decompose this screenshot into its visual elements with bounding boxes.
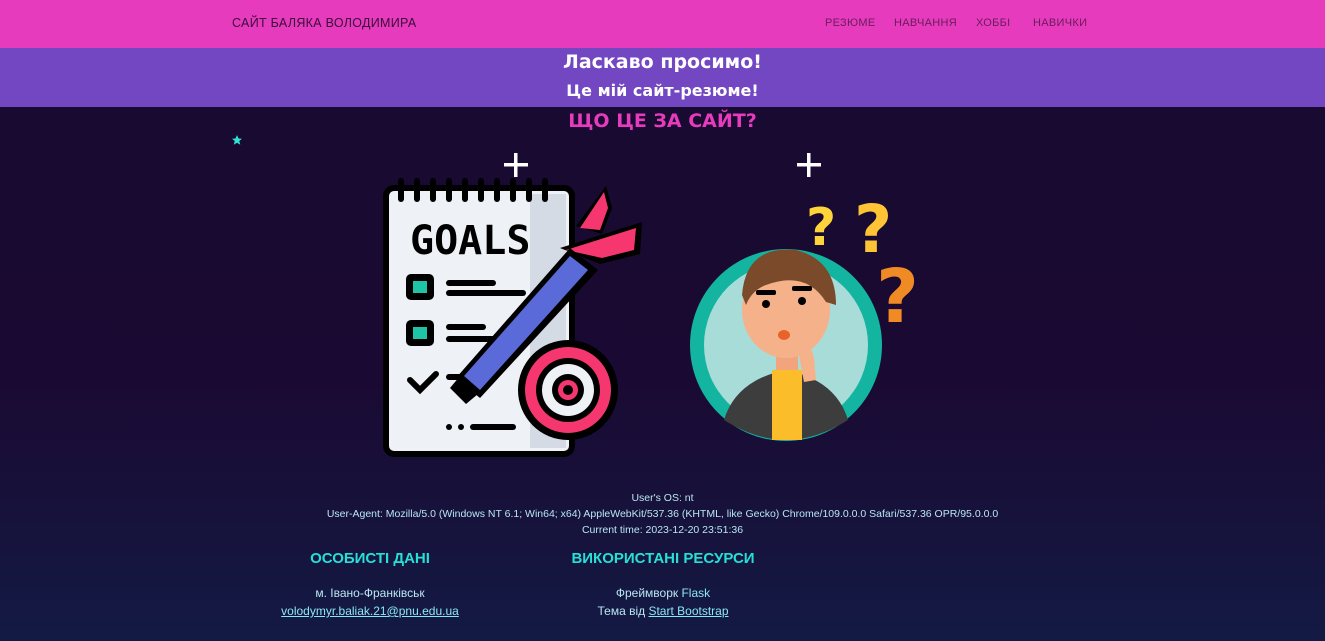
thinking-person-illustration: ? ? ? xyxy=(690,191,919,441)
email-link[interactable]: volodymyr.baliak.21@pnu.edu.ua xyxy=(281,604,459,618)
nav-link-resume[interactable]: РЕЗЮМЕ xyxy=(825,17,876,29)
section-heading: ЩО ЦЕ ЗА САЙТ? xyxy=(568,110,757,132)
framework-prefix: Фреймворк xyxy=(615,586,679,600)
city-text: м. Івано-Франківськ xyxy=(315,586,425,600)
email-row: volodymyr.baliak.21@pnu.edu.ua xyxy=(250,604,490,618)
brand-link[interactable]: САЙТ БАЛЯКА ВОЛОДИМИРА xyxy=(232,16,417,30)
svg-text:?: ? xyxy=(876,254,919,340)
nav-link-education[interactable]: НАВЧАННЯ xyxy=(894,17,957,29)
nav-link-skills[interactable]: НАВИЧКИ xyxy=(1033,17,1087,29)
nav-link-hobby[interactable]: ХОББІ xyxy=(976,17,1011,29)
banner-title: Ласкаво просимо! xyxy=(563,51,762,73)
plus-icon xyxy=(797,153,821,177)
start-bootstrap-link[interactable]: Start Bootstrap xyxy=(648,604,728,618)
user-os-text: User's OS: nt xyxy=(631,492,694,504)
theme-row: Тема від Start Bootstrap xyxy=(548,604,778,618)
welcome-banner: Ласкаво просимо! Це мій сайт-резюме! xyxy=(0,48,1325,107)
star-icon xyxy=(232,135,242,145)
goals-text: GOALS xyxy=(410,218,530,264)
navbar: САЙТ БАЛЯКА ВОЛОДИМИРА РЕЗЮМЕ НАВЧАННЯ Х… xyxy=(0,0,1325,48)
banner-subtitle: Це мій сайт-резюме! xyxy=(566,81,759,100)
user-agent-text: User-Agent: Mozilla/5.0 (Windows NT 6.1;… xyxy=(326,508,999,520)
current-time-text: Current time: 2023-12-20 23:51:36 xyxy=(581,524,744,536)
goals-illustration: GOALS xyxy=(383,178,642,457)
personal-data-title: ОСОБИСТІ ДАНІ xyxy=(310,550,430,567)
svg-text:?: ? xyxy=(806,198,836,258)
framework-row: Фреймворк Flask xyxy=(548,586,778,600)
plus-icon xyxy=(504,153,528,177)
theme-prefix: Тема від xyxy=(597,604,646,618)
resources-title: ВИКОРИСТАНІ РЕСУРСИ xyxy=(571,550,755,567)
framework-name: Flask xyxy=(681,586,711,600)
